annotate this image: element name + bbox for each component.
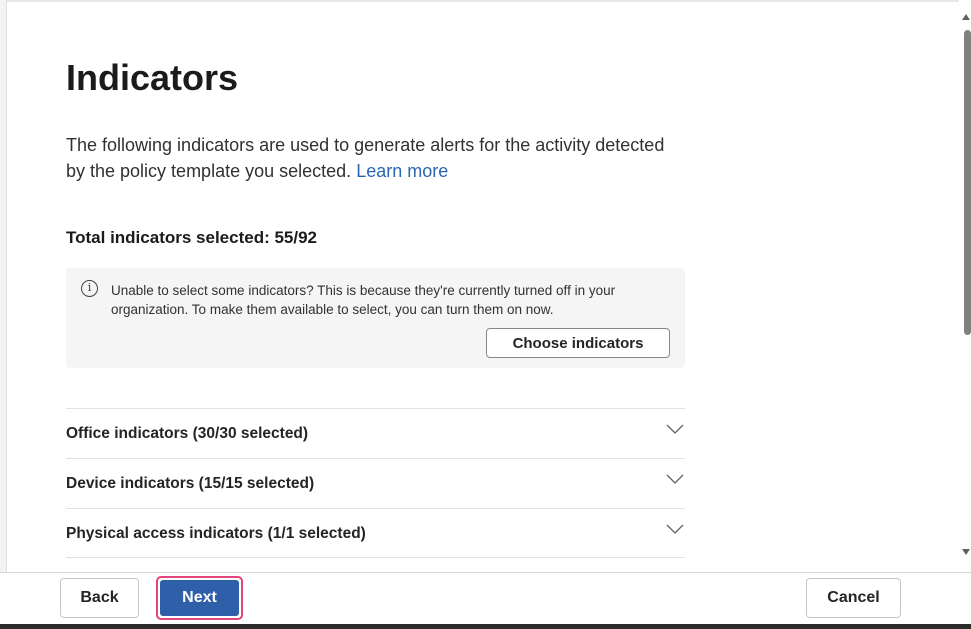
scroll-up-arrow-icon[interactable]: [962, 14, 970, 20]
chevron-down-icon: [666, 524, 684, 534]
chevron-down-icon: [666, 474, 684, 484]
taskbar-edge: [0, 624, 971, 629]
section-office-indicators[interactable]: Office indicators (30/30 selected): [66, 408, 685, 458]
cancel-button[interactable]: Cancel: [806, 578, 901, 618]
section-device-indicators[interactable]: Device indicators (15/15 selected): [66, 458, 685, 508]
back-button[interactable]: Back: [60, 578, 139, 618]
next-button-highlight: Next: [156, 576, 243, 620]
scrollbar-thumb[interactable]: [964, 30, 971, 335]
next-button[interactable]: Next: [160, 580, 239, 616]
section-label: Office indicators (30/30 selected): [66, 425, 309, 442]
left-panel-edge: [0, 0, 7, 572]
wizard-footer: Back Next Cancel: [0, 572, 971, 629]
info-message-bar: i Unable to select some indicators? This…: [66, 268, 685, 368]
info-message-text: Unable to select some indicators? This i…: [111, 283, 616, 317]
info-icon: i: [81, 280, 98, 297]
top-border: [0, 0, 971, 2]
indicator-sections: Office indicators (30/30 selected) Devic…: [66, 408, 685, 558]
section-label: Physical access indicators (1/1 selected…: [66, 525, 366, 542]
total-indicators-selected: Total indicators selected: 55/92: [66, 228, 317, 247]
learn-more-link[interactable]: Learn more: [356, 161, 448, 181]
chevron-down-icon: [666, 424, 684, 434]
scroll-down-arrow-icon[interactable]: [962, 549, 970, 555]
choose-indicators-button[interactable]: Choose indicators: [486, 328, 670, 358]
page-title: Indicators: [66, 57, 239, 98]
section-physical-access-indicators[interactable]: Physical access indicators (1/1 selected…: [66, 508, 685, 558]
section-label: Device indicators (15/15 selected): [66, 475, 315, 492]
page-description: The following indicators are used to gen…: [66, 132, 686, 184]
